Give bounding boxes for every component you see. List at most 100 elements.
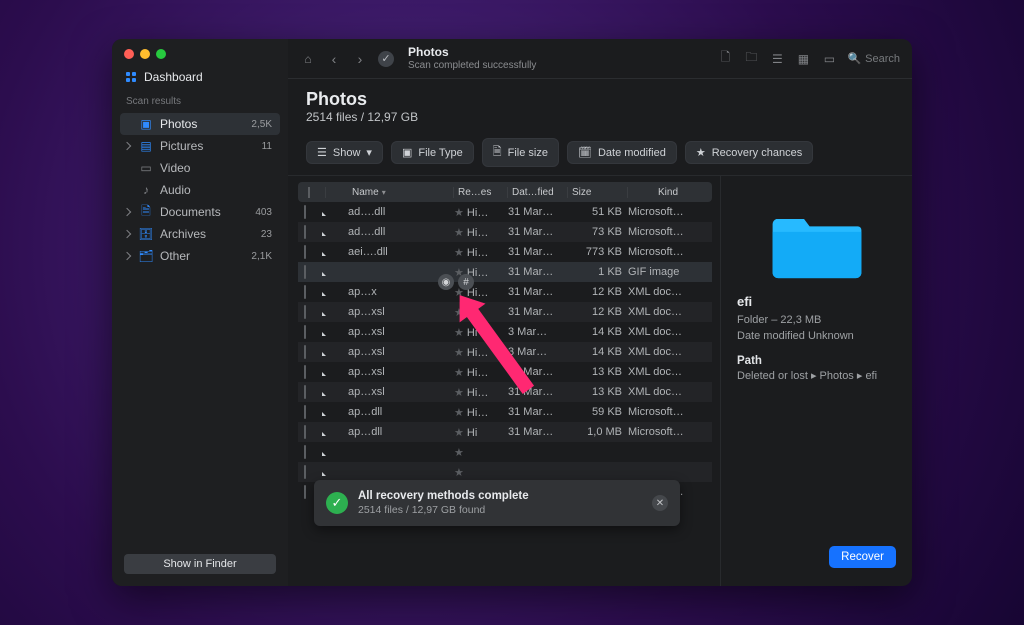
main-panel: ⌂ ‹ › ✓ Photos Scan completed successful… (288, 39, 912, 586)
status-check-icon: ✓ (378, 51, 394, 67)
toast-close-button[interactable]: ✕ (652, 495, 668, 511)
row-checkbox[interactable] (304, 325, 306, 339)
table-row[interactable]: ap…dll★ Hi31 Mar…1,0 MBMicrosoft… (298, 422, 712, 442)
row-checkbox[interactable] (304, 245, 306, 259)
filter-recovery-chances[interactable]: ★ Recovery chances (685, 141, 813, 164)
forward-button[interactable]: › (352, 51, 368, 67)
split-view-icon[interactable]: ▭ (821, 51, 837, 67)
table-row[interactable]: aei….dll★ Hi…31 Mar…773 KBMicrosoft… (298, 242, 712, 262)
back-button[interactable]: ‹ (326, 51, 342, 67)
col-checkbox[interactable] (302, 187, 326, 198)
table-row[interactable]: ap…xsl★ Hi…31 Mar…13 KBXML doc… (298, 362, 712, 382)
list-view-icon[interactable]: ☰ (769, 51, 785, 67)
cell-name: ap…xsl (348, 386, 454, 398)
star-icon: ★ (454, 467, 464, 479)
sidebar-item-label: Photos (160, 117, 197, 131)
new-file-icon[interactable]: 🗋 (717, 51, 733, 67)
cell-size: 12 KB (568, 306, 628, 318)
home-icon[interactable]: ⌂ (300, 51, 316, 67)
cell-date: 31 Mar… (508, 426, 568, 438)
cell-size: 12 KB (568, 286, 628, 298)
inspector-path-label: Path (737, 355, 896, 367)
document-icon: 🗎 (140, 202, 152, 223)
cell-name: ap…xsl (348, 346, 454, 358)
cell-date: 31 Mar… (508, 386, 568, 398)
table-row[interactable]: ★ Hi…31 Mar…1 KBGIF image (298, 262, 712, 282)
cell-name: aei….dll (348, 246, 454, 258)
sidebar-item-audio[interactable]: ♪Audio (120, 179, 280, 201)
row-checkbox[interactable] (304, 305, 306, 319)
sidebar-item-video[interactable]: ▭Video (120, 157, 280, 179)
cell-recovery: ★ Hi… (454, 346, 508, 359)
sidebar-item-pictures[interactable]: ▤Pictures11 (120, 135, 280, 157)
row-checkbox[interactable] (304, 205, 306, 219)
cell-recovery: ★ Hi (454, 326, 508, 339)
chevron-right-icon (123, 120, 131, 128)
sidebar-item-label: Archives (160, 227, 206, 241)
row-checkbox[interactable] (304, 485, 306, 499)
table-row[interactable]: ap…xsl★ Hi31 Mar…12 KBXML doc… (298, 302, 712, 322)
sidebar-item-other[interactable]: 🗂Other2,1K (120, 245, 280, 267)
cell-size: 51 KB (568, 206, 628, 218)
grid-view-icon[interactable]: ▦ (795, 51, 811, 67)
cell-kind: XML doc… (628, 346, 708, 358)
table-row[interactable]: ap…xsl★ Hi…3 Mar…14 KBXML doc… (298, 342, 712, 362)
recover-button[interactable]: Recover (829, 546, 896, 568)
row-checkbox[interactable] (304, 285, 306, 299)
cell-kind: XML doc… (628, 326, 708, 338)
maximize-icon[interactable] (156, 49, 166, 59)
show-in-finder-button[interactable]: Show in Finder (124, 554, 276, 574)
sidebar-item-archives[interactable]: 🗄Archives23 (120, 223, 280, 245)
cell-recovery: ★ (454, 466, 508, 479)
dashboard-label: Dashboard (144, 70, 203, 84)
file-table: Name Re…es Dat…fied Size Kind ad….dll★ H… (288, 176, 720, 586)
hash-icon[interactable]: # (458, 274, 474, 290)
table-row[interactable]: ap…dll★ Hi…31 Mar…59 KBMicrosoft… (298, 402, 712, 422)
row-checkbox[interactable] (304, 465, 306, 479)
sidebar-item-photos[interactable]: ▣Photos2,5K (120, 113, 280, 135)
row-checkbox[interactable] (304, 385, 306, 399)
col-recovery[interactable]: Re…es (454, 187, 508, 198)
search-input[interactable]: 🔍 Search (847, 52, 900, 65)
sidebar-item-dashboard[interactable]: Dashboard (112, 59, 288, 92)
row-checkbox[interactable] (304, 445, 306, 459)
filter-date-modified[interactable]: 🗓 Date modified (567, 141, 677, 164)
cell-name: ap…xsl (348, 326, 454, 338)
filter-show[interactable]: ☰ Show ▾ (306, 141, 383, 164)
table-row[interactable]: ap…x★ Hi…31 Mar…12 KBXML doc… (298, 282, 712, 302)
breadcrumb-title: Photos (408, 46, 536, 60)
cell-size: 59 KB (568, 406, 628, 418)
filter-file-size[interactable]: 🗎 File size (482, 138, 559, 167)
table-header[interactable]: Name Re…es Dat…fied Size Kind (298, 182, 712, 202)
col-size[interactable]: Size (568, 187, 628, 198)
cell-size: 14 KB (568, 346, 628, 358)
col-date[interactable]: Dat…fied (508, 187, 568, 198)
row-checkbox[interactable] (304, 345, 306, 359)
table-row[interactable]: ap…xsl★ Hi…31 Mar…13 KBXML doc… (298, 382, 712, 402)
preview-icon[interactable]: ◉ (438, 274, 454, 290)
col-kind[interactable]: Kind (628, 187, 708, 198)
table-row[interactable]: ap…xsl★ Hi3 Mar…14 KBXML doc… (298, 322, 712, 342)
table-row[interactable]: ★ (298, 442, 712, 462)
row-checkbox[interactable] (304, 425, 306, 439)
row-checkbox[interactable] (304, 265, 306, 279)
row-checkbox[interactable] (304, 365, 306, 379)
row-checkbox[interactable] (304, 405, 306, 419)
close-icon[interactable] (124, 49, 134, 59)
table-row[interactable]: ad….dll★ Hi…31 Mar…73 KBMicrosoft… (298, 222, 712, 242)
cell-size: 73 KB (568, 226, 628, 238)
photo-icon: ▣ (140, 117, 152, 131)
table-row[interactable]: ad….dll★ Hi…31 Mar…51 KBMicrosoft… (298, 202, 712, 222)
filter-file-type[interactable]: ▣ File Type (391, 141, 474, 164)
inspector-name: efi (737, 294, 896, 309)
sidebar: Dashboard Scan results ▣Photos2,5K▤Pictu… (112, 39, 288, 586)
col-name[interactable]: Name (348, 187, 454, 198)
minimize-icon[interactable] (140, 49, 150, 59)
section-label-scan-results: Scan results (112, 92, 288, 111)
folder-icon[interactable]: 🗀 (743, 51, 759, 67)
video-icon: ▭ (140, 161, 152, 175)
filter-date-label: Date modified (598, 147, 666, 159)
row-checkbox[interactable] (304, 225, 306, 239)
sidebar-item-documents[interactable]: 🗎Documents403 (120, 201, 280, 223)
star-icon: ★ (454, 207, 464, 219)
